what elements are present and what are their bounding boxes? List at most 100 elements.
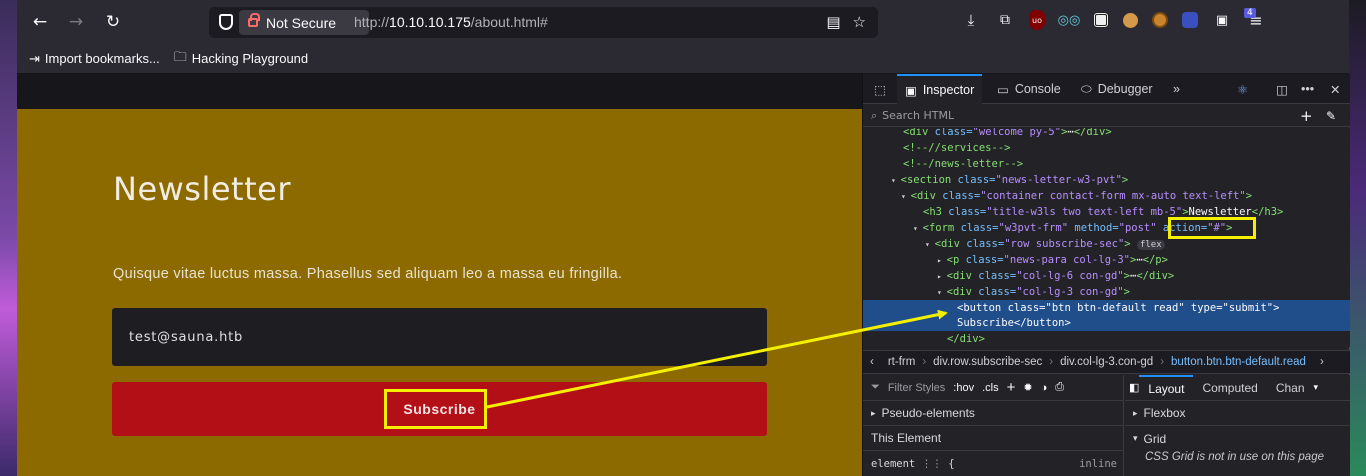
html-search-bar[interactable]: ⌕ Search HTML + ✎ — [863, 105, 1350, 127]
security-indicator[interactable]: Not Secure — [239, 10, 369, 35]
tabs-dropdown-icon[interactable]: ▾ — [1314, 382, 1319, 393]
bookmark-folder-hacking-playground[interactable]: 🗀 Hacking Playground — [174, 48, 308, 70]
cls-toggle[interactable]: .cls — [982, 382, 999, 394]
filter-icon: ⏷ — [871, 381, 880, 393]
cookie-icon[interactable] — [1123, 12, 1138, 28]
folder-icon: 🗀 — [173, 48, 187, 64]
browser-toolbar: ← → ↻ Not Secure http://10.10.10.175/abo… — [17, 0, 1349, 44]
eyedropper-icon[interactable]: ✎ — [1326, 109, 1336, 123]
url-path: /about.html# — [470, 14, 548, 30]
search-icon: ⌕ — [871, 108, 878, 122]
reader-view-icon[interactable]: ▤ — [826, 13, 840, 31]
insecure-lock-icon — [248, 13, 260, 27]
more-tabs-icon[interactable]: » — [1173, 74, 1180, 104]
tab-computed[interactable]: Computed — [1193, 375, 1266, 401]
forward-button[interactable]: → — [65, 11, 87, 33]
dom-line[interactable]: ▸ <p class="news-para col-lg-3">⋯</p> — [937, 252, 1168, 268]
dom-line-button-selected[interactable]: <button class="btn btn-default read" typ… — [957, 300, 1279, 316]
tab-changes[interactable]: Chan — [1267, 375, 1314, 401]
search-input[interactable]: Search HTML — [882, 109, 954, 122]
dom-line[interactable]: ▾ <div class="container contact-form mx-… — [901, 188, 1252, 204]
dark-mode-icon[interactable]: ◑ — [1041, 382, 1048, 394]
newsletter-title: Newsletter — [113, 170, 291, 208]
tab-console[interactable]: ▭ Console — [997, 74, 1061, 104]
import-icon: ⇥ — [29, 50, 40, 66]
layout-tabbar: ◧ Layout Computed Chan ▾ — [1125, 374, 1350, 401]
qr-code-icon[interactable] — [1093, 12, 1109, 28]
breadcrumb-scroll-left-icon[interactable]: ‹ — [863, 356, 881, 368]
dom-line-button-text[interactable]: Subscribe</button> — [957, 315, 1071, 331]
bookmark-star-icon[interactable]: ☆ — [853, 13, 866, 31]
element-picker-icon[interactable]: ⬚ — [869, 74, 891, 104]
dom-comment[interactable]: <!--/news-letter--> — [903, 156, 1023, 172]
security-label: Not Secure — [266, 14, 337, 31]
rules-toolbar: ⏷ Filter Styles :hov .cls + ✹ ◑ ⎙ — [863, 375, 1123, 401]
collapse-icon: ▾ — [1133, 433, 1138, 443]
url-prefix: http:// — [354, 14, 390, 30]
debugger-icon: ⬭ — [1081, 81, 1092, 96]
more-options-icon[interactable]: ••• — [1301, 74, 1314, 104]
annotation-highlight-action — [1168, 217, 1256, 239]
filter-styles-input[interactable]: Filter Styles — [888, 382, 945, 394]
desktop-wallpaper-right — [1349, 0, 1366, 476]
breadcrumb-item[interactable]: rt-frm — [881, 356, 922, 368]
flexbox-section[interactable]: ▸ Flexbox — [1125, 401, 1350, 426]
back-button[interactable]: ← — [29, 11, 51, 33]
grid-section[interactable]: ▾ Grid — [1125, 426, 1350, 451]
bookmark-label: Import bookmarks... — [44, 51, 160, 66]
url-host: 10.10.10.175 — [389, 14, 471, 30]
breadcrumb-item-active[interactable]: button.btn.btn-default.read — [1164, 356, 1313, 368]
dom-line[interactable]: ▾ <div class="col-lg-3 con-gd"> — [937, 284, 1130, 300]
responsive-mode-icon[interactable]: ⚛ — [1237, 74, 1248, 104]
downloads-icon[interactable]: ⤓ — [961, 10, 981, 30]
web-page: Newsletter Quisque vitae luctus massa. P… — [17, 74, 862, 476]
glasses-extension-icon[interactable]: ◎◎ — [1058, 10, 1081, 30]
expand-icon: ▸ — [1133, 407, 1138, 418]
console-icon: ▭ — [997, 82, 1009, 97]
breadcrumb-item[interactable]: div.row.subscribe-sec — [926, 356, 1049, 368]
dom-line[interactable]: <div class="welcome py-5">⋯</div> — [903, 128, 1112, 140]
dom-comment[interactable]: <!--//services--> — [903, 140, 1010, 156]
email-field[interactable]: test@sauna.htb — [112, 308, 767, 366]
light-mode-icon[interactable]: ✹ — [1023, 381, 1032, 394]
pseudo-elements-toggle[interactable]: ▸ Pseudo-elements — [863, 401, 1123, 426]
tab-debugger[interactable]: ⬭ Debugger — [1081, 74, 1153, 104]
dom-tree: <div class="welcome py-5">⋯</div> <!--//… — [863, 128, 1350, 347]
bookmark-import[interactable]: ⇥ Import bookmarks... — [29, 51, 160, 67]
devtools-tabbar: ⬚ ▣ Inspector ▭ Console ⬭ Debugger » ⚛ ◫… — [863, 74, 1350, 104]
grid-note: CSS Grid is not in use on this page — [1145, 451, 1324, 463]
reload-button[interactable]: ↻ — [102, 11, 124, 33]
dom-line[interactable]: ▾ <div class="row subscribe-sec"> flex — [925, 236, 1165, 252]
extensions-puzzle-icon[interactable]: ⧉ — [995, 10, 1015, 30]
hov-toggle[interactable]: :hov — [953, 382, 974, 394]
devtools-panel: ⬚ ▣ Inspector ▭ Console ⬭ Debugger » ⚛ ◫… — [862, 74, 1350, 476]
breadcrumb-scroll-right-icon[interactable]: › — [1313, 356, 1331, 368]
expand-icon: ▸ — [871, 407, 876, 418]
breadcrumb: ‹ rt-frm › div.row.subscribe-sec › div.c… — [863, 350, 1350, 374]
url-bar[interactable]: Not Secure http://10.10.10.175/about.htm… — [209, 7, 878, 38]
print-media-icon[interactable]: ⎙ — [1055, 381, 1064, 394]
add-node-icon[interactable]: + — [1300, 107, 1313, 125]
toggle-sidebar-icon[interactable]: ◧ — [1129, 381, 1139, 394]
shield-icon[interactable] — [219, 14, 233, 30]
add-rule-icon[interactable]: + — [1007, 379, 1016, 396]
dom-line[interactable]: ▸ <div class="col-lg-6 con-gd">⋯</div> — [937, 268, 1174, 284]
element-rule-icon: ⋮⋮ — [921, 457, 943, 470]
flex-badge[interactable]: flex — [1136, 240, 1165, 250]
dom-line[interactable]: </div> — [947, 331, 985, 347]
tab-inspector[interactable]: ▣ Inspector — [897, 74, 983, 104]
close-icon[interactable]: ✕ — [1330, 74, 1340, 104]
breadcrumb-item[interactable]: div.col-lg-3.con-gd — [1053, 356, 1160, 368]
screenshot-icon[interactable]: ▣ — [1212, 10, 1232, 30]
cookie-editor-icon[interactable] — [1152, 12, 1168, 28]
tab-layout[interactable]: Layout — [1139, 374, 1194, 401]
ublock-icon[interactable]: uo — [1029, 10, 1045, 30]
tab-label: Inspector — [922, 83, 975, 97]
dom-line[interactable]: ▾ <section class="news-letter-w3-pvt"> — [891, 172, 1128, 188]
inspector-icon: ▣ — [905, 83, 917, 98]
url-text[interactable]: http://10.10.10.175/about.html# — [354, 14, 548, 30]
rules-pane: ⏷ Filter Styles :hov .cls + ✹ ◑ ⎙ ▸ Pseu… — [863, 375, 1124, 476]
element-rule[interactable]: element ⋮⋮ { inline — [863, 451, 1123, 476]
container-extension-icon[interactable] — [1182, 12, 1198, 28]
dock-icon[interactable]: ◫ — [1276, 74, 1288, 104]
